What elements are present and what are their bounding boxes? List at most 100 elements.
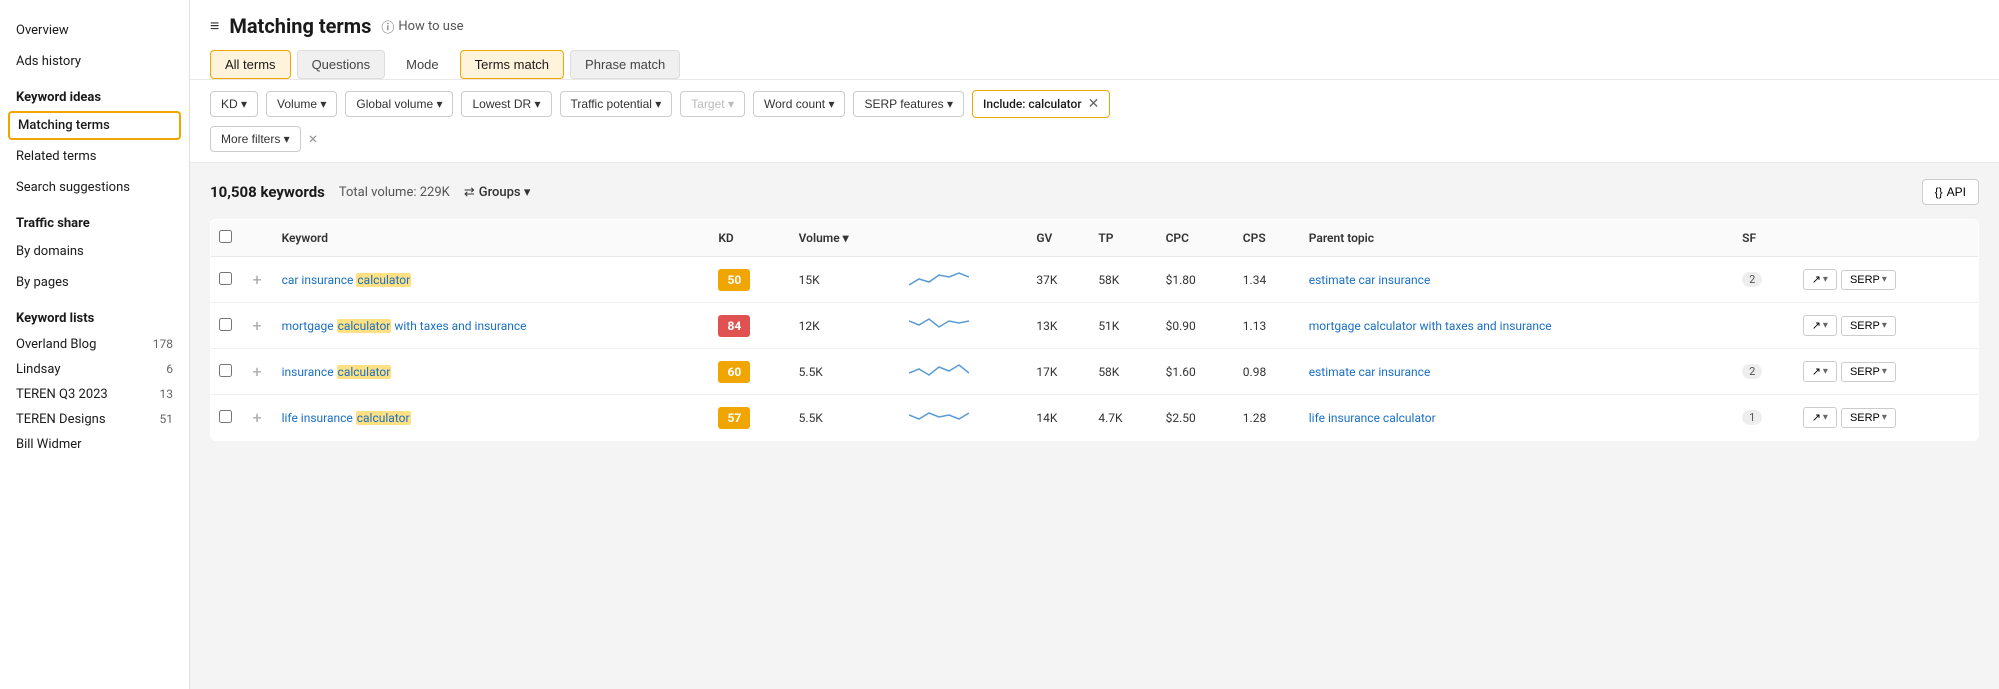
col-header-keyword[interactable]: Keyword (274, 220, 711, 257)
add-keyword-button-3[interactable]: + (249, 408, 266, 427)
filter-traffic-potential[interactable]: Traffic potential ▾ (560, 91, 673, 117)
col-header-checkbox (211, 220, 241, 257)
tab-phrase-match[interactable]: Phrase match (570, 50, 680, 79)
trend-button-2[interactable]: ↗ ▾ (1803, 361, 1837, 382)
filters-row-2: More filters ▾ × (210, 126, 1979, 152)
col-header-sf: SF (1734, 220, 1795, 257)
sidebar-section-traffic-share: Traffic share (0, 204, 189, 235)
sf-cell-2: 2 (1734, 349, 1795, 395)
sf-badge-0: 2 (1742, 272, 1762, 287)
chart-cell-1 (901, 303, 1028, 349)
filter-volume[interactable]: Volume ▾ (266, 91, 337, 117)
sidebar-list-item[interactable]: Overland Blog178 (0, 332, 189, 357)
tab-mode[interactable]: Mode (391, 50, 454, 79)
sidebar-item-overview[interactable]: Overview (0, 16, 189, 45)
sf-badge-3: 1 (1742, 410, 1762, 425)
col-header-plus (241, 220, 274, 257)
serp-button-1[interactable]: SERP ▾ (1841, 316, 1896, 336)
sidebar-list-name: Bill Widmer (16, 437, 82, 452)
col-header-actions (1795, 220, 1979, 257)
filter-kd[interactable]: KD ▾ (210, 91, 258, 117)
header: ≡ Matching terms ⓘ How to use All termsQ… (190, 0, 1999, 80)
clear-all-filters-icon[interactable]: × (309, 131, 318, 147)
cps-cell-2: 0.98 (1235, 349, 1301, 395)
tab-all-terms[interactable]: All terms (210, 50, 291, 79)
row-checkbox-1[interactable] (219, 318, 232, 331)
keyword-link-2[interactable]: insurance calculator (282, 365, 392, 379)
trend-button-0[interactable]: ↗ ▾ (1803, 269, 1837, 290)
col-header-tp: TP (1090, 220, 1157, 257)
api-label: API (1947, 185, 1966, 199)
api-button[interactable]: {} API (1922, 179, 1979, 205)
table-row: +insurance calculator605.5K 17K58K$1.600… (211, 349, 1979, 395)
sidebar-item-by-pages[interactable]: By pages (0, 268, 189, 297)
sf-cell-3: 1 (1734, 395, 1795, 441)
tab-terms-match[interactable]: Terms match (460, 50, 564, 79)
sidebar-list-name: TEREN Q3 2023 (16, 387, 108, 402)
parent-topic-cell-1: mortgage calculator with taxes and insur… (1301, 303, 1734, 349)
keyword-cell-0: car insurance calculator (274, 257, 711, 303)
parent-topic-cell-3: life insurance calculator (1301, 395, 1734, 441)
tab-questions[interactable]: Questions (297, 50, 386, 79)
filter-global-volume[interactable]: Global volume ▾ (345, 91, 453, 117)
row-checkbox-3[interactable] (219, 410, 232, 423)
volume-cell-1: 12K (791, 303, 901, 349)
keyword-highlight-2: calculator (337, 365, 392, 379)
filter-serp-features[interactable]: SERP features ▾ (853, 91, 964, 117)
parent-topic-link-1[interactable]: mortgage calculator with taxes and insur… (1309, 319, 1552, 333)
tp-cell-3: 4.7K (1090, 395, 1157, 441)
sidebar-section-keyword-lists: Keyword lists (0, 299, 189, 330)
sidebar-item-matching-terms[interactable]: Matching terms (8, 111, 181, 140)
trend-button-3[interactable]: ↗ ▾ (1803, 407, 1837, 428)
hamburger-icon[interactable]: ≡ (210, 16, 219, 36)
row-checkbox-2[interactable] (219, 364, 232, 377)
sidebar-list-item[interactable]: TEREN Designs51 (0, 407, 189, 432)
sidebar-item-ads-history[interactable]: Ads history (0, 47, 189, 76)
gv-cell-2: 17K (1028, 349, 1090, 395)
content-area: 10,508 keywords Total volume: 229K ⇄ Gro… (190, 163, 1999, 689)
col-header-volume[interactable]: Volume ▾ (791, 220, 901, 257)
cps-cell-3: 1.28 (1235, 395, 1301, 441)
col-header-kd[interactable]: KD (710, 220, 790, 257)
serp-button-0[interactable]: SERP ▾ (1841, 270, 1896, 290)
trend-button-1[interactable]: ↗ ▾ (1803, 315, 1837, 336)
trend-chevron-0: ▾ (1823, 274, 1828, 285)
sidebar-item-related-terms[interactable]: Related terms (0, 142, 189, 171)
sidebar-list-item[interactable]: Bill Widmer (0, 432, 189, 457)
table-row: +life insurance calculator575.5K 14K4.7K… (211, 395, 1979, 441)
parent-topic-link-3[interactable]: life insurance calculator (1309, 411, 1436, 425)
filter-lowest-dr[interactable]: Lowest DR ▾ (461, 91, 551, 117)
add-keyword-button-2[interactable]: + (249, 362, 266, 381)
keyword-link-1[interactable]: mortgage calculator with taxes and insur… (282, 319, 527, 333)
more-filters-button[interactable]: More filters ▾ (210, 126, 301, 152)
help-circle-icon: ⓘ (381, 17, 394, 36)
include-filter-close[interactable]: ✕ (1088, 96, 1100, 112)
select-all-checkbox[interactable] (219, 230, 232, 243)
filter-word-count[interactable]: Word count ▾ (753, 91, 846, 117)
keyword-link-0[interactable]: car insurance calculator (282, 273, 412, 287)
keyword-link-3[interactable]: life insurance calculator (282, 411, 411, 425)
parent-topic-link-0[interactable]: estimate car insurance (1309, 273, 1431, 287)
add-keyword-button-1[interactable]: + (249, 316, 266, 335)
row-checkbox-0[interactable] (219, 272, 232, 285)
sidebar: Overview Ads history Keyword ideas Match… (0, 0, 190, 689)
keyword-highlight-1: calculator (337, 319, 392, 333)
gv-cell-1: 13K (1028, 303, 1090, 349)
keywords-count: 10,508 keywords (210, 183, 325, 201)
sidebar-list-item[interactable]: TEREN Q3 202313 (0, 382, 189, 407)
filter-target[interactable]: Target ▾ (680, 91, 745, 117)
serp-button-3[interactable]: SERP ▾ (1841, 408, 1896, 428)
sidebar-item-search-suggestions[interactable]: Search suggestions (0, 173, 189, 202)
groups-button[interactable]: ⇄ Groups ▾ (464, 185, 531, 200)
how-to-use-link[interactable]: ⓘ How to use (381, 17, 463, 36)
sidebar-item-by-domains[interactable]: By domains (0, 237, 189, 266)
actions-cell-2: ↗ ▾ SERP ▾ (1795, 349, 1979, 395)
add-keyword-button-0[interactable]: + (249, 270, 266, 289)
sidebar-list-name: Lindsay (16, 362, 61, 377)
serp-button-2[interactable]: SERP ▾ (1841, 362, 1896, 382)
parent-topic-link-2[interactable]: estimate car insurance (1309, 365, 1431, 379)
kd-badge-2: 60 (718, 361, 750, 383)
keywords-table: KeywordKDVolume ▾GVTPCPCCPSParent topicS… (210, 219, 1979, 441)
sidebar-list-item[interactable]: Lindsay6 (0, 357, 189, 382)
keyword-cell-3: life insurance calculator (274, 395, 711, 441)
